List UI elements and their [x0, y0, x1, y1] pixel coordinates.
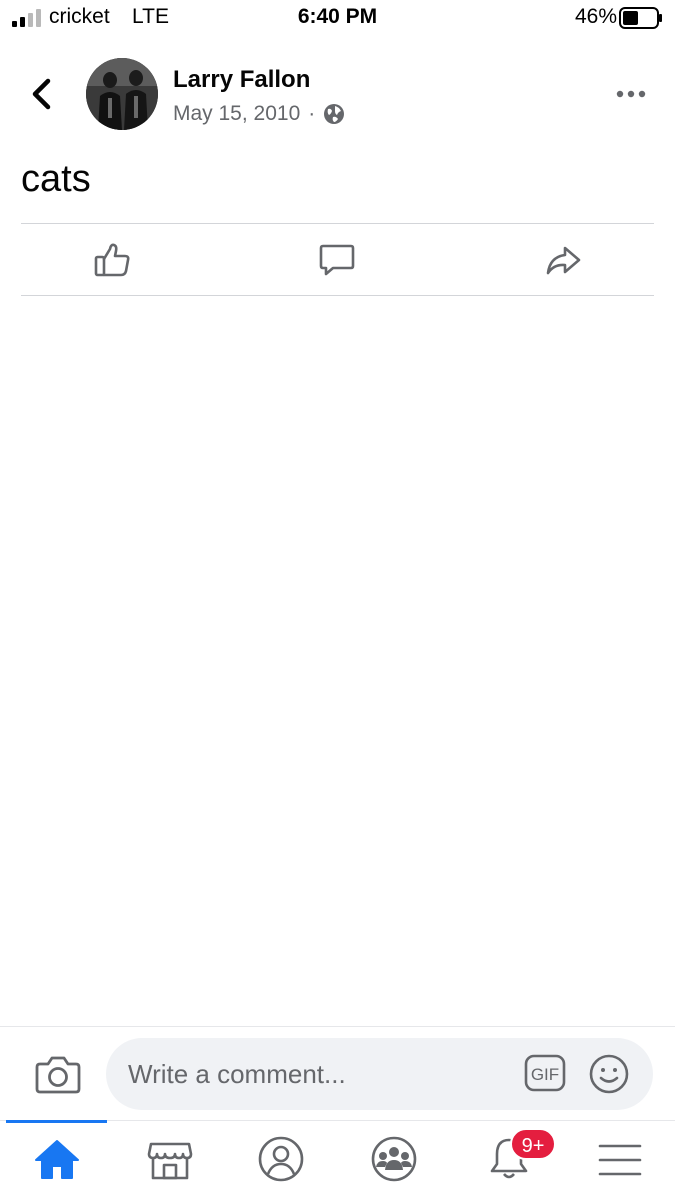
battery-icon	[619, 7, 662, 29]
tab-profile[interactable]	[257, 1134, 305, 1184]
home-icon	[35, 1140, 79, 1179]
active-tab-indicator	[6, 1120, 107, 1123]
divider-top	[21, 223, 654, 224]
post-date[interactable]: May 15, 2010	[173, 102, 300, 126]
groups-icon	[371, 1136, 417, 1182]
marketplace-icon	[147, 1142, 193, 1180]
divider-bottom	[21, 295, 654, 296]
notification-badge: 9+	[510, 1128, 556, 1160]
author-avatar[interactable]	[86, 58, 158, 130]
post-meta: May 15, 2010 ·	[173, 102, 345, 126]
thumbs-up-icon	[94, 243, 130, 277]
like-button[interactable]	[93, 240, 133, 280]
tab-marketplace[interactable]	[146, 1134, 194, 1184]
tab-home[interactable]	[33, 1134, 81, 1184]
comment-bubble-icon	[319, 244, 355, 276]
menu-icon	[598, 1144, 642, 1176]
globe-icon	[324, 104, 345, 124]
tab-groups[interactable]	[370, 1134, 418, 1184]
avatar-photo	[86, 58, 158, 130]
camera-icon[interactable]	[34, 1052, 82, 1096]
share-arrow-icon	[546, 246, 581, 275]
back-button[interactable]	[28, 76, 56, 112]
comment-placeholder: Write a comment...	[128, 1059, 346, 1089]
tab-menu[interactable]	[596, 1134, 644, 1184]
composer-divider	[0, 1026, 675, 1027]
meta-separator: ·	[308, 102, 316, 125]
author-name[interactable]: Larry Fallon	[173, 66, 310, 94]
gif-label: GIF	[531, 1065, 559, 1084]
tab-bar	[0, 1120, 675, 1201]
comment-button[interactable]	[317, 240, 357, 280]
emoji-icon[interactable]	[588, 1053, 630, 1095]
share-button[interactable]	[543, 240, 583, 280]
gif-button[interactable]: GIF	[524, 1054, 566, 1092]
more-options-icon[interactable]	[615, 84, 647, 104]
status-time: 6:40 PM	[297, 5, 378, 28]
comment-input[interactable]: Write a comment... GIF	[106, 1038, 653, 1110]
profile-icon	[258, 1136, 304, 1182]
battery-percent: 46%	[574, 5, 617, 28]
status-bar: cricket LTE 6:40 PM 46%	[0, 0, 675, 38]
post-text: cats	[21, 158, 91, 200]
